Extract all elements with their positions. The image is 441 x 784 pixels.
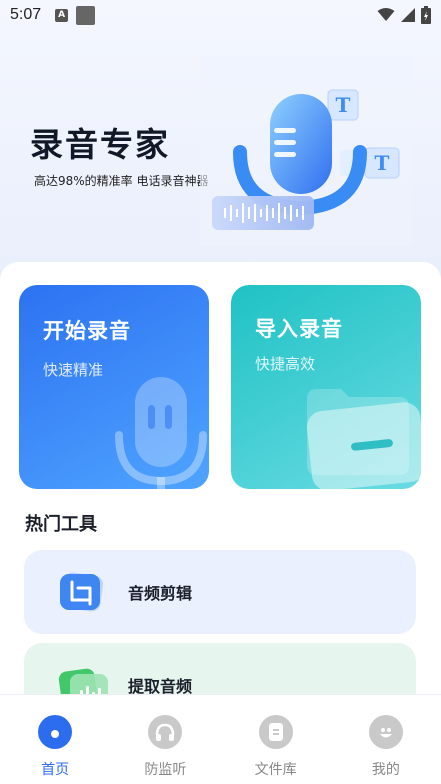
smile-icon [368, 715, 403, 749]
battery-icon [421, 6, 431, 24]
notification-square-icon [76, 5, 96, 25]
nav-item-profile[interactable]: 我的 [331, 695, 441, 784]
microphone-transcribe-icon: T T [200, 56, 412, 246]
notification-a-icon: A [55, 8, 69, 22]
signal-icon [401, 8, 415, 22]
nav-item-home[interactable]: 首页 [0, 695, 110, 784]
import-recording-subtitle: 快捷高效 [255, 355, 316, 373]
nav-label-anti-monitor: 防监听 [144, 762, 187, 778]
status-icons [377, 6, 431, 24]
folder-icon [306, 389, 421, 489]
import-recording-title: 导入录音 [255, 317, 343, 341]
svg-text:T: T [375, 151, 390, 175]
microphone-icon [115, 377, 207, 489]
crop-icon [60, 572, 104, 612]
svg-text:T: T [336, 93, 351, 117]
nav-item-anti-monitor[interactable]: 防监听 [110, 695, 220, 784]
status-bar: 5:07 A [0, 0, 441, 30]
headphones-icon [148, 715, 183, 749]
start-recording-title: 开始录音 [43, 319, 131, 343]
hot-tools-title: 热门工具 [25, 514, 97, 535]
nav-label-home: 首页 [41, 762, 70, 778]
home-icon [38, 715, 73, 749]
start-recording-card[interactable]: 开始录音 快速精准 [19, 285, 209, 489]
app-subtitle: 高达98%的精准率 电话录音神器 [34, 174, 209, 188]
audio-edit-label: 音频剪辑 [128, 584, 193, 603]
nav-label-file-library: 文件库 [254, 762, 297, 778]
wifi-icon [377, 8, 395, 21]
audio-edit-tool[interactable]: 音频剪辑 [24, 550, 416, 634]
start-recording-subtitle: 快速精准 [43, 361, 104, 379]
nav-label-profile: 我的 [371, 762, 400, 778]
import-recording-card[interactable]: 导入录音 快捷高效 [231, 285, 421, 489]
app-title: 录音专家 [30, 125, 170, 164]
file-icon [258, 715, 293, 749]
bottom-navigation: 首页 防监听 文件库 我的 [0, 694, 441, 784]
nav-item-file-library[interactable]: 文件库 [221, 695, 331, 784]
status-time: 5:07 [10, 6, 42, 23]
